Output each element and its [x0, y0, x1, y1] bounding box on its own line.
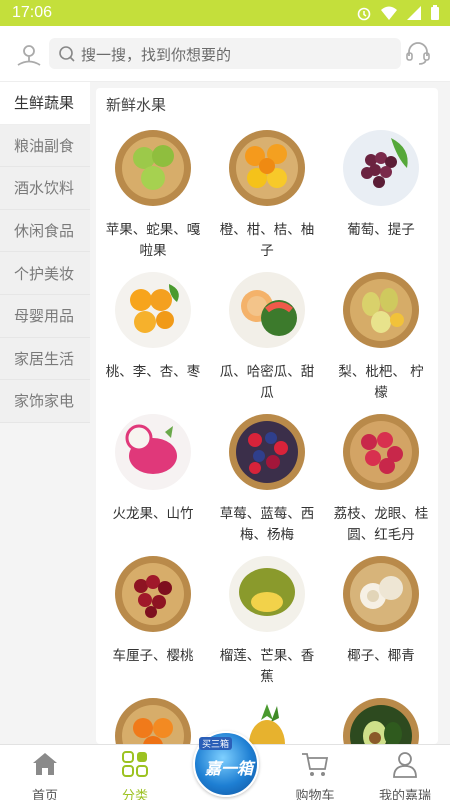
apricot-plate-icon	[115, 272, 191, 348]
status-bar: 17:06	[0, 0, 450, 26]
tab-home[interactable]: 首页	[0, 745, 90, 800]
sidebar-item-label: 休闲食品	[14, 222, 75, 241]
sidebar-item-label: 母婴用品	[14, 307, 75, 326]
user-icon	[393, 752, 417, 778]
badge-top-text: 买三箱	[199, 737, 233, 750]
avocado-basket-icon	[343, 698, 419, 744]
grid-item-label: 榴莲、芒果、香蕉	[219, 648, 315, 685]
dragonfruit-plate-icon	[115, 414, 191, 490]
pear-basket-icon	[343, 272, 419, 348]
grid-item[interactable]: 桃、李、杏、枣	[96, 268, 210, 404]
lychee-basket-icon	[343, 414, 419, 490]
category-grid-icon	[122, 751, 148, 777]
grid-item-label: 苹果、蛇果、嘎啦果	[105, 222, 201, 259]
sidebar-item-personal-care[interactable]: 个护美妆	[0, 252, 90, 295]
grid-item-label: 车厘子、樱桃	[112, 648, 194, 664]
sidebar-item-baby[interactable]: 母婴用品	[0, 295, 90, 338]
sidebar-item-home-appliances[interactable]: 家饰家电	[0, 380, 90, 423]
tab-label: 我的嘉瑞	[378, 789, 431, 800]
grid-item[interactable]	[324, 694, 438, 744]
bottom-tab-bar: 首页 分类 买三箱 嘉一箱 购物车 我的嘉瑞	[0, 731, 450, 800]
battery-icon	[431, 5, 439, 20]
grid-item[interactable]: 葡萄、提子	[324, 126, 438, 262]
status-time: 17:06	[12, 4, 53, 21]
sidebar-item-snacks[interactable]: 休闲食品	[0, 210, 90, 253]
sidebar-item-label: 粮油副食	[14, 136, 75, 155]
berry-basket-icon	[229, 414, 305, 490]
grid-item-label: 梨、枇杷、 柠檬	[338, 364, 424, 401]
grid-item-label: 火龙果、山竹	[112, 506, 194, 522]
sidebar-item-label: 个护美妆	[14, 264, 75, 283]
grid-item[interactable]: 瓜、哈密瓜、甜瓜	[210, 268, 324, 404]
signal-icon	[407, 6, 421, 20]
cart-icon	[302, 753, 329, 776]
tab-label: 分类	[121, 789, 148, 800]
search-input[interactable]: 搜一搜，找到你想要的	[49, 38, 401, 69]
orange-basket-icon	[229, 130, 305, 206]
sidebar-item-grain-oil[interactable]: 粮油副食	[0, 125, 90, 168]
search-icon	[59, 46, 75, 62]
grid-item[interactable]: 榴莲、芒果、香蕉	[210, 552, 324, 688]
grid-item-label: 葡萄、提子	[347, 222, 415, 238]
sidebar-item-label: 生鲜蔬果	[14, 94, 75, 113]
grid-item[interactable]: 梨、枇杷、 柠檬	[324, 268, 438, 404]
grid-item[interactable]: 橙、柑、桔、柚子	[210, 126, 324, 262]
sidebar-item-label: 家饰家电	[14, 392, 75, 411]
section-title: 新鲜水果	[106, 96, 167, 114]
badge-text: 嘉一箱	[205, 761, 254, 778]
grape-basket-icon	[343, 130, 419, 206]
customer-service-icon[interactable]	[404, 40, 432, 68]
coconut-basket-icon	[343, 556, 419, 632]
grid-item-label: 草莓、蓝莓、西梅、杨梅	[219, 506, 315, 543]
sidebar-item-home-living[interactable]: 家居生活	[0, 338, 90, 381]
alarm-icon	[357, 7, 371, 21]
grid-item[interactable]: 火龙果、山竹	[96, 410, 210, 546]
grid-item-label: 荔枝、龙眼、桂圆、红毛丹	[333, 506, 429, 543]
home-icon	[33, 753, 57, 775]
category-sidebar: 生鲜蔬果 粮油副食 酒水饮料 休闲食品 个护美妆 母婴用品 家居生活 家饰家电	[0, 82, 90, 423]
wifi-icon	[381, 6, 397, 20]
cherry-basket-icon	[115, 556, 191, 632]
promo-badge-icon[interactable]: 买三箱 嘉一箱	[193, 731, 259, 797]
grid-item-label: 桃、李、杏、枣	[105, 364, 201, 380]
tab-label: 购物车	[295, 789, 335, 800]
melon-plate-icon	[229, 272, 305, 348]
tab-profile[interactable]: 我的嘉瑞	[360, 745, 450, 800]
location-icon[interactable]	[14, 40, 44, 70]
durian-plate-icon	[229, 556, 305, 632]
grid-item[interactable]: 椰子、椰青	[324, 552, 438, 688]
product-grid: 苹果、蛇果、嘎啦果 橙、柑、桔、柚子 葡萄、提子 桃、李、杏、枣 瓜、哈密瓜、甜…	[96, 126, 438, 744]
persimmon-basket-icon	[115, 698, 191, 744]
category-content: 新鲜水果 苹果、蛇果、嘎啦果 橙、柑、桔、柚子 葡萄、提子 桃、李、杏、枣 瓜、…	[96, 88, 438, 744]
grid-item[interactable]	[96, 694, 210, 744]
sidebar-item-label: 家居生活	[14, 349, 75, 368]
apple-basket-icon	[115, 130, 191, 206]
sidebar-item-fresh-produce[interactable]: 生鲜蔬果	[0, 82, 90, 125]
grid-item[interactable]: 荔枝、龙眼、桂圆、红毛丹	[324, 410, 438, 546]
tab-cart[interactable]: 购物车	[270, 745, 360, 800]
grid-item[interactable]: 草莓、蓝莓、西梅、杨梅	[210, 410, 324, 546]
search-placeholder: 搜一搜，找到你想要的	[81, 46, 232, 64]
sidebar-item-label: 酒水饮料	[14, 179, 75, 198]
tab-label: 首页	[31, 789, 58, 800]
tab-category[interactable]: 分类	[90, 745, 180, 800]
grid-item-label: 橙、柑、桔、柚子	[219, 222, 315, 259]
top-bar: 搜一搜，找到你想要的	[0, 26, 450, 82]
grid-item-label: 瓜、哈密瓜、甜瓜	[219, 364, 315, 401]
grid-item[interactable]: 苹果、蛇果、嘎啦果	[96, 126, 210, 262]
status-icons	[356, 5, 440, 21]
grid-item-label: 椰子、椰青	[347, 648, 415, 664]
grid-item[interactable]: 车厘子、樱桃	[96, 552, 210, 688]
sidebar-item-beverages[interactable]: 酒水饮料	[0, 167, 90, 210]
